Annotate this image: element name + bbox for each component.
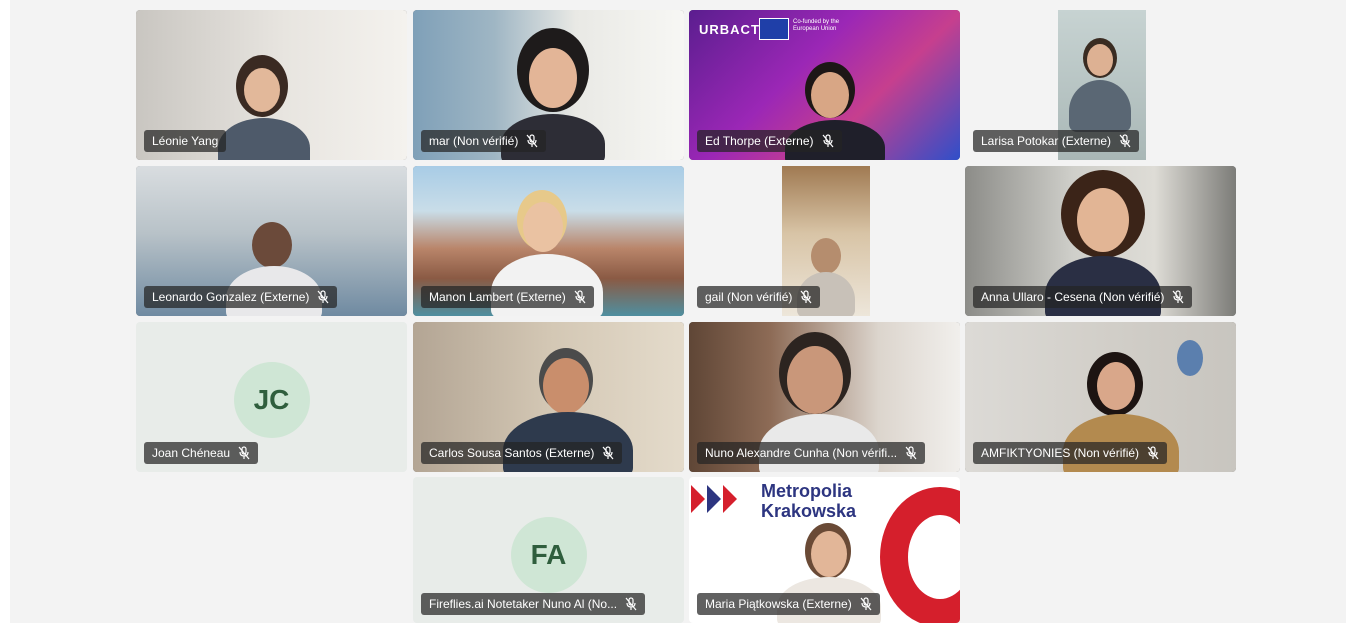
eu-cofunded-text: Co-funded by the European Union xyxy=(793,19,840,32)
video-gallery: Léonie Yang mar (Non vérifié) URBACT Co-… xyxy=(10,0,1346,623)
mic-off-icon xyxy=(822,134,833,148)
participant-name-label: AMFIKTYONIES (Non vérifié) xyxy=(973,442,1168,464)
metropolia-krakowska-title: Metropolia Krakowska xyxy=(761,481,856,521)
participant-name: Larisa Potokar (Externe) xyxy=(981,134,1112,148)
participant-tile[interactable]: gail (Non vérifié) xyxy=(689,166,960,316)
participant-name-label: Larisa Potokar (Externe) xyxy=(973,130,1140,152)
participant-name-label: Léonie Yang xyxy=(144,130,227,152)
mic-off-icon xyxy=(526,134,538,148)
participant-name-label: Fireflies.ai Notetaker Nuno Al (No... xyxy=(421,593,646,615)
participant-name-label: Carlos Sousa Santos (Externe) xyxy=(421,442,623,464)
participant-tile[interactable]: Carlos Sousa Santos (Externe) xyxy=(413,322,684,472)
participant-name: Manon Lambert (Externe) xyxy=(429,290,566,304)
participant-avatar: JC xyxy=(233,362,310,438)
mic-off-icon xyxy=(1119,134,1131,148)
participant-name-label: Joan Chéneau xyxy=(144,442,259,464)
participant-tile[interactable]: Leonardo Gonzalez (Externe) xyxy=(136,166,407,316)
participant-tile[interactable]: Manon Lambert (Externe) xyxy=(413,166,684,316)
participant-tile[interactable]: JC Joan Chéneau xyxy=(136,322,407,472)
mic-off-icon xyxy=(905,446,917,460)
participant-tile[interactable]: Nuno Alexandre Cunha (Non vérifi... xyxy=(689,322,960,472)
participant-name: Fireflies.ai Notetaker Nuno Al (No... xyxy=(429,597,618,611)
eu-flag-icon xyxy=(759,18,789,40)
urbact-logo: URBACT xyxy=(699,22,760,37)
mic-off-icon xyxy=(602,446,614,460)
participant-tile[interactable]: Metropolia Krakowska Maria Piątkowska (E… xyxy=(689,477,960,623)
participant-tile[interactable]: Léonie Yang xyxy=(136,10,407,160)
participant-name: mar (Non vérifié) xyxy=(429,134,519,148)
participant-name: Maria Piątkowska (Externe) xyxy=(705,597,852,611)
participant-tile[interactable]: URBACT Co-funded by the European Union E… xyxy=(689,10,960,160)
participant-name-label: gail (Non vérifié) xyxy=(697,286,821,308)
participant-tile[interactable]: Larisa Potokar (Externe) xyxy=(965,10,1236,160)
participant-name: Léonie Yang xyxy=(152,134,219,148)
participant-name-label: Maria Piątkowska (Externe) xyxy=(697,593,880,615)
participant-name: Leonardo Gonzalez (Externe) xyxy=(152,290,310,304)
mic-off-icon xyxy=(800,290,812,304)
participant-tile[interactable]: mar (Non vérifié) xyxy=(413,10,684,160)
metropolia-krakowska-logo-icon xyxy=(691,485,737,513)
mic-off-icon xyxy=(625,597,637,611)
participant-name: Nuno Alexandre Cunha (Non vérifi... xyxy=(705,446,898,460)
participant-name: Carlos Sousa Santos (Externe) xyxy=(429,446,595,460)
participant-name-label: Leonardo Gonzalez (Externe) xyxy=(144,286,338,308)
krakow-decor-ring xyxy=(880,487,960,623)
participant-name-label: mar (Non vérifié) xyxy=(421,130,547,152)
mic-off-icon xyxy=(574,290,586,304)
krakow-title-line2: Krakowska xyxy=(761,501,857,521)
mic-off-icon xyxy=(1172,290,1184,304)
mic-off-icon xyxy=(238,446,250,460)
participant-name-label: Anna Ullaro - Cesena (Non vérifié) xyxy=(973,286,1193,308)
mic-off-icon xyxy=(317,290,329,304)
participant-avatar: FA xyxy=(510,517,587,593)
participant-tile[interactable]: AMFIKTYONIES (Non vérifié) xyxy=(965,322,1236,472)
participant-name: Joan Chéneau xyxy=(152,446,231,460)
participant-name: Ed Thorpe (Externe) xyxy=(705,134,814,148)
participant-name: gail (Non vérifié) xyxy=(705,290,793,304)
participant-tile[interactable]: Anna Ullaro - Cesena (Non vérifié) xyxy=(965,166,1236,316)
participant-name: AMFIKTYONIES (Non vérifié) xyxy=(981,446,1140,460)
mic-off-icon xyxy=(860,597,872,611)
mic-off-icon xyxy=(1147,446,1159,460)
participant-name-label: Ed Thorpe (Externe) xyxy=(697,130,842,152)
participant-tile[interactable]: FA Fireflies.ai Notetaker Nuno Al (No... xyxy=(413,477,684,623)
participant-name-label: Manon Lambert (Externe) xyxy=(421,286,594,308)
participant-name-label: Nuno Alexandre Cunha (Non vérifi... xyxy=(697,442,926,464)
participant-name: Anna Ullaro - Cesena (Non vérifié) xyxy=(981,290,1165,304)
krakow-title-line1: Metropolia xyxy=(761,481,853,501)
